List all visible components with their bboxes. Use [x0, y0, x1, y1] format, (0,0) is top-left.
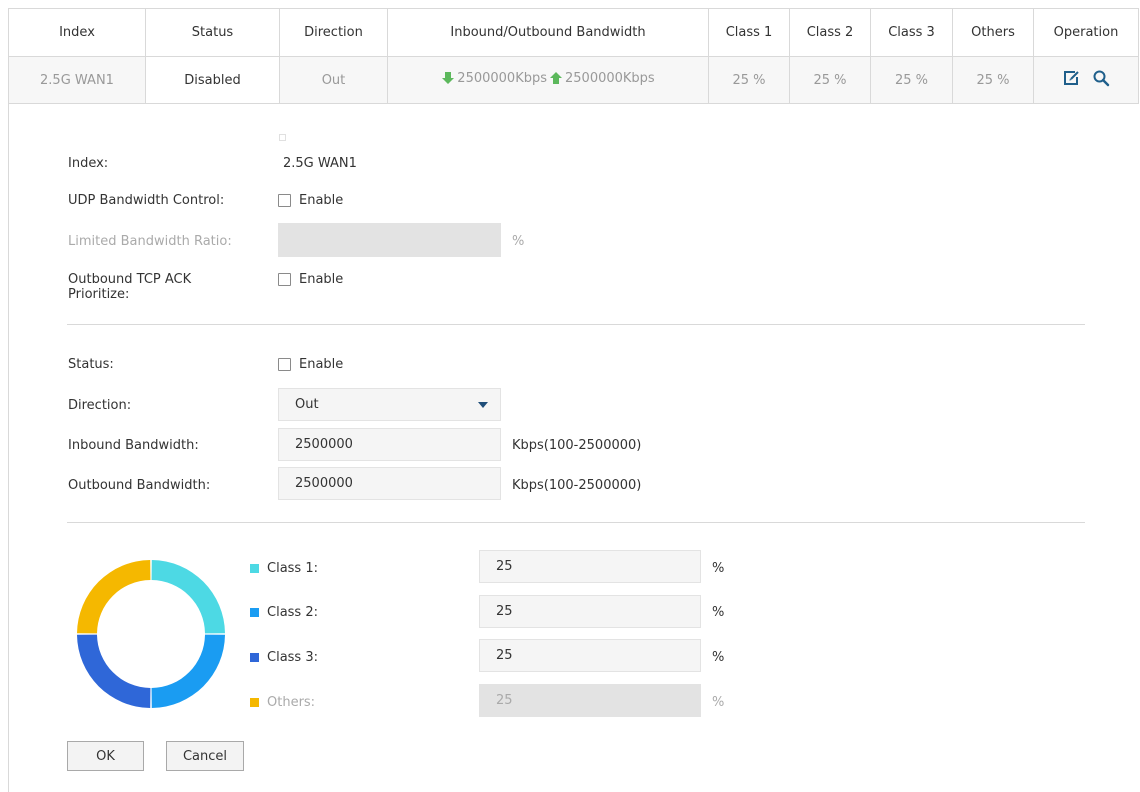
- limited-ratio-unit: %: [512, 234, 525, 249]
- arrow-up-icon: [550, 72, 562, 85]
- udp-enable-label: Enable: [299, 193, 344, 208]
- outbound-bandwidth-value: 2500000Kbps: [565, 70, 655, 86]
- class3-legend: Class 3:: [250, 650, 318, 665]
- limited-ratio-label: Limited Bandwidth Ratio:: [68, 234, 232, 249]
- status-label: Status:: [68, 357, 114, 372]
- arrow-down-icon: [442, 72, 455, 85]
- limited-ratio-input[interactable]: [278, 223, 501, 257]
- inbound-bandwidth-unit: Kbps(100-2500000): [512, 438, 642, 453]
- class2-label: Class 2:: [267, 605, 318, 620]
- cell-bandwidth: 2500000Kbps 2500000Kbps: [387, 56, 709, 104]
- udp-bandwidth-label: UDP Bandwidth Control:: [68, 193, 225, 208]
- checkbox-box[interactable]: [278, 194, 291, 207]
- donut-slice-class-1: [151, 560, 225, 634]
- donut-slice-others: [77, 560, 151, 634]
- status-enable-label: Enable: [299, 357, 344, 372]
- class1-swatch: [250, 564, 259, 573]
- status-checkbox[interactable]: Enable: [278, 357, 343, 372]
- direction-label: Direction:: [68, 398, 132, 413]
- table-row[interactable]: 2.5G WAN1 Disabled Out 2500000Kbps 25000…: [8, 56, 1139, 104]
- others-legend: Others:: [250, 695, 315, 710]
- cell-direction: Out: [279, 56, 388, 104]
- cell-class2: 25 %: [789, 56, 871, 104]
- tcp-ack-enable-label: Enable: [299, 272, 344, 287]
- class1-legend: Class 1:: [250, 561, 318, 576]
- tcp-ack-label-line1: Outbound TCP ACK: [68, 272, 192, 287]
- header-direction: Direction: [279, 8, 388, 57]
- header-operation: Operation: [1033, 8, 1139, 57]
- udp-bandwidth-checkbox[interactable]: Enable: [278, 193, 343, 208]
- header-class1: Class 1: [708, 8, 790, 57]
- class2-unit: %: [712, 605, 725, 620]
- direction-select[interactable]: Out: [278, 388, 501, 421]
- class3-unit: %: [712, 650, 725, 665]
- others-unit: %: [712, 695, 725, 710]
- search-icon[interactable]: [1092, 69, 1110, 87]
- inbound-bandwidth-input[interactable]: 2500000: [278, 428, 501, 461]
- checkbox-box[interactable]: [278, 358, 291, 371]
- cell-operation: [1033, 56, 1139, 104]
- class3-swatch: [250, 653, 259, 662]
- header-class2: Class 2: [789, 8, 871, 57]
- divider: [67, 522, 1085, 523]
- outbound-bandwidth-input[interactable]: 2500000: [278, 467, 501, 500]
- class-ratio-donut-chart: [77, 560, 225, 708]
- header-bandwidth: Inbound/Outbound Bandwidth: [387, 8, 709, 57]
- class1-unit: %: [712, 561, 725, 576]
- caret-down-icon: [478, 402, 488, 408]
- index-label: Index:: [68, 156, 109, 171]
- others-input: 25: [479, 684, 701, 717]
- outbound-bandwidth-label: Outbound Bandwidth:: [68, 478, 211, 493]
- class2-input[interactable]: 25: [479, 595, 701, 628]
- index-value: 2.5G WAN1: [283, 156, 357, 171]
- cell-class3: 25 %: [870, 56, 953, 104]
- cell-others: 25 %: [952, 56, 1034, 104]
- class2-legend: Class 2:: [250, 605, 318, 620]
- others-label: Others:: [267, 695, 316, 710]
- cancel-button[interactable]: Cancel: [166, 741, 244, 771]
- donut-slice-class-2: [151, 634, 225, 708]
- bandwidth-table: Index Status Direction Inbound/Outbound …: [8, 8, 1139, 104]
- tcp-ack-label: Outbound TCP ACK Prioritize:: [68, 272, 191, 302]
- decorative-marker: [279, 134, 286, 141]
- class3-label: Class 3:: [267, 650, 318, 665]
- edit-icon[interactable]: [1062, 69, 1080, 87]
- outbound-bandwidth-unit: Kbps(100-2500000): [512, 478, 642, 493]
- header-class3: Class 3: [870, 8, 953, 57]
- cell-class1: 25 %: [708, 56, 790, 104]
- direction-selected-value: Out: [295, 397, 319, 412]
- header-others: Others: [952, 8, 1034, 57]
- cell-index: 2.5G WAN1: [8, 56, 146, 104]
- inbound-bandwidth-value: 2500000Kbps: [457, 70, 547, 86]
- ok-button[interactable]: OK: [67, 741, 144, 771]
- table-header-row: Index Status Direction Inbound/Outbound …: [8, 8, 1139, 57]
- class3-input[interactable]: 25: [479, 639, 701, 672]
- class2-swatch: [250, 608, 259, 617]
- cell-status: Disabled: [145, 56, 280, 104]
- edit-panel: Index: 2.5G WAN1 UDP Bandwidth Control: …: [8, 104, 1140, 792]
- header-index: Index: [8, 8, 146, 57]
- header-status: Status: [145, 8, 280, 57]
- class1-input[interactable]: 25: [479, 550, 701, 583]
- donut-slice-class-3: [77, 634, 151, 708]
- tcp-ack-checkbox[interactable]: Enable: [278, 272, 343, 287]
- inbound-bandwidth-label: Inbound Bandwidth:: [68, 438, 199, 453]
- checkbox-box[interactable]: [278, 273, 291, 286]
- class1-label: Class 1:: [267, 561, 318, 576]
- others-swatch: [250, 698, 259, 707]
- tcp-ack-label-line2: Prioritize:: [68, 287, 130, 302]
- divider: [67, 324, 1085, 325]
